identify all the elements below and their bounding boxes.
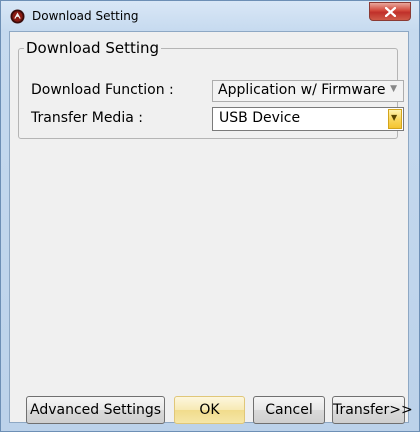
chevron-down-icon: ▼ xyxy=(390,84,397,94)
title-bar[interactable]: Download Setting xyxy=(1,1,419,31)
close-button[interactable] xyxy=(369,2,411,21)
chevron-down-icon: ▼ xyxy=(391,113,398,122)
cancel-button[interactable]: Cancel xyxy=(253,396,325,424)
transfer-media-value: USB Device xyxy=(219,110,301,126)
dialog-window: Download Setting Download Setting Downlo… xyxy=(0,0,420,432)
download-function-value: Application w/ Firmware xyxy=(218,82,386,98)
download-function-label: Download Function : xyxy=(31,82,174,98)
window-title: Download Setting xyxy=(32,9,139,23)
download-function-select[interactable]: Application w/ Firmware ▼ xyxy=(212,80,404,102)
close-icon xyxy=(385,7,396,17)
transfer-button[interactable]: Transfer>> xyxy=(332,396,413,424)
transfer-media-dropdown-button[interactable]: ▼ xyxy=(388,109,402,129)
advanced-settings-button[interactable]: Advanced Settings xyxy=(26,396,165,424)
group-legend: Download Setting xyxy=(26,39,160,57)
app-logo-icon xyxy=(10,9,25,24)
ok-button[interactable]: OK xyxy=(174,396,245,424)
transfer-media-select[interactable]: USB Device ▼ xyxy=(212,107,404,131)
dialog-client-area: Download Setting Download Function : App… xyxy=(9,31,413,424)
transfer-media-label: Transfer Media : xyxy=(31,110,143,126)
